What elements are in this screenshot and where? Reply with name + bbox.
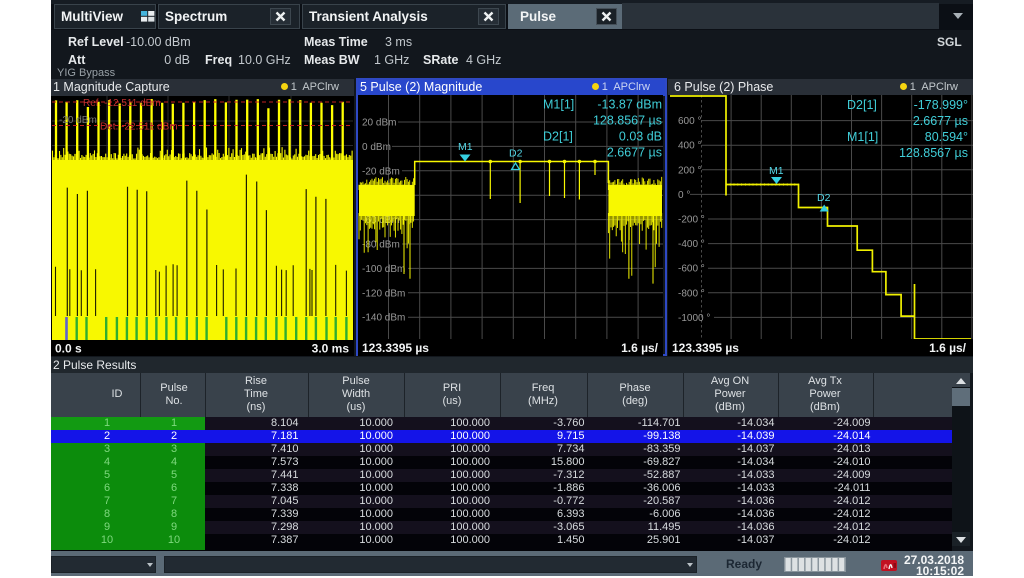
svg-text:-178.999°: -178.999° xyxy=(914,98,968,112)
svg-text:1.6 µs/: 1.6 µs/ xyxy=(621,341,659,355)
svg-text:600 °: 600 ° xyxy=(678,116,701,127)
svg-text:0.03 dB: 0.03 dB xyxy=(619,130,662,144)
svg-text:-600 °: -600 ° xyxy=(678,264,705,275)
svg-text:D2: D2 xyxy=(817,192,831,204)
svg-text:128.8567 µs: 128.8567 µs xyxy=(899,146,968,160)
svg-text:0 °: 0 ° xyxy=(678,190,690,201)
svg-text:1.6 µs/: 1.6 µs/ xyxy=(929,341,967,355)
svg-text:2.6677 µs: 2.6677 µs xyxy=(913,114,968,128)
svg-text:-800 °: -800 ° xyxy=(678,288,705,299)
svg-text:-200 °: -200 ° xyxy=(678,215,705,226)
svg-text:2.6677 µs: 2.6677 µs xyxy=(607,146,662,160)
svg-text:-1000 °: -1000 ° xyxy=(678,313,710,324)
svg-text:128.8567 µs: 128.8567 µs xyxy=(593,114,662,128)
svg-text:Ref. -12.511 dBm: Ref. -12.511 dBm xyxy=(83,98,161,109)
svg-text:0 dBm: 0 dBm xyxy=(362,142,391,153)
svg-text:D2: D2 xyxy=(509,148,523,160)
svg-text:0.0 s: 0.0 s xyxy=(55,342,82,356)
svg-text:-140 dBm: -140 dBm xyxy=(362,313,405,324)
svg-text:3.0 ms: 3.0 ms xyxy=(312,342,350,356)
svg-text:-13.87 dBm: -13.87 dBm xyxy=(597,98,662,112)
svg-text:M1: M1 xyxy=(458,141,473,153)
svg-text:123.3395 µs: 123.3395 µs xyxy=(672,341,739,355)
svg-text:20 dBm: 20 dBm xyxy=(362,118,396,129)
svg-text:D2[1]: D2[1] xyxy=(847,98,877,112)
svg-text:M1[1]: M1[1] xyxy=(847,130,878,144)
svg-text:D2[1]: D2[1] xyxy=(543,130,573,144)
svg-text:80.594°: 80.594° xyxy=(925,130,968,144)
svg-text:M1: M1 xyxy=(769,165,784,177)
svg-text:123.3395 µs: 123.3395 µs xyxy=(362,341,429,355)
svg-text:M1[1]: M1[1] xyxy=(543,98,574,112)
svg-text:Det. -22.511 dBm: Det. -22.511 dBm xyxy=(100,122,178,133)
svg-text:-100 dBm: -100 dBm xyxy=(362,264,405,275)
svg-text:-20 dBm: -20 dBm xyxy=(362,166,400,177)
svg-text:-400 °: -400 ° xyxy=(678,239,705,250)
svg-text:400 °: 400 ° xyxy=(678,141,701,152)
svg-text:200 °: 200 ° xyxy=(678,165,701,176)
svg-text:-20 dBm: -20 dBm xyxy=(59,115,97,126)
svg-text:-120 dBm: -120 dBm xyxy=(362,288,405,299)
